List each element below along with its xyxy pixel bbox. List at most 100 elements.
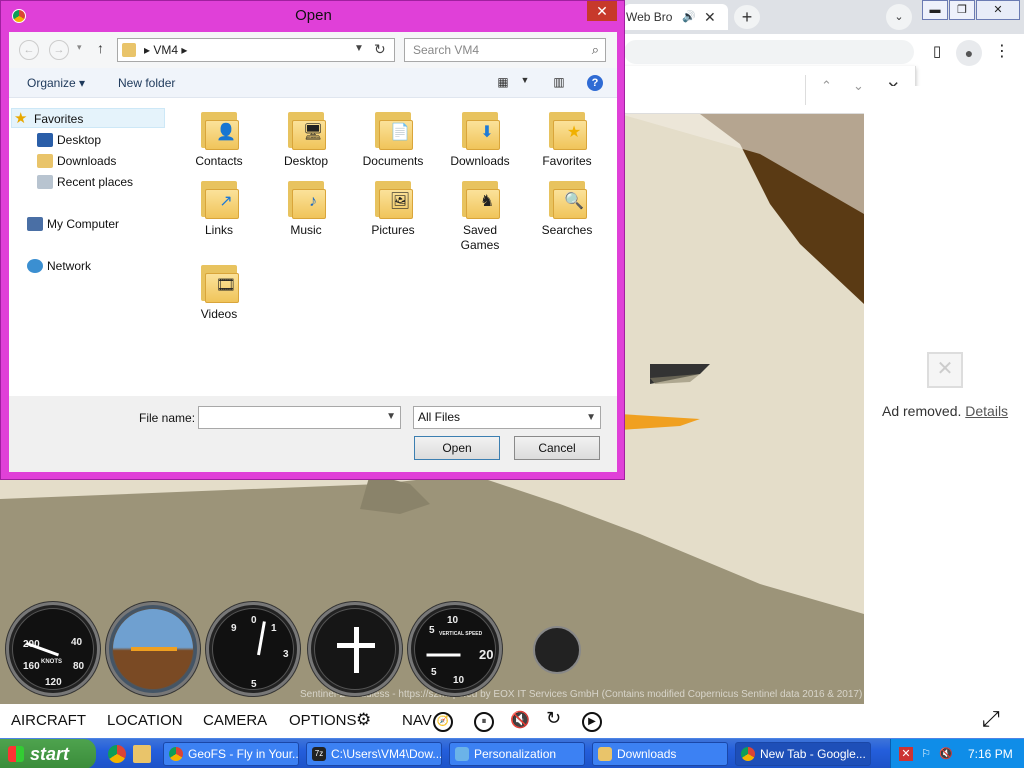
folder-icon [598, 747, 612, 761]
restore-button[interactable]: ❐ [949, 0, 975, 20]
folder-icon: ★ [547, 108, 587, 150]
mute-icon[interactable]: 🔇 [510, 710, 530, 730]
folder-icon: 📄 [373, 108, 413, 150]
downloads-folder-icon [37, 154, 53, 168]
refresh-icon[interactable]: ↻ [374, 41, 386, 58]
nav-menu[interactable]: NAV [402, 712, 432, 729]
file-type-select[interactable]: All Files ▼ [413, 406, 601, 429]
file-contacts[interactable]: 👤 Contacts [181, 108, 257, 169]
tab-search-button[interactable]: ⌄ [886, 4, 912, 30]
gear-icon[interactable]: ⚙ [356, 710, 371, 730]
file-name-input[interactable]: ▼ [198, 406, 401, 429]
forward-icon[interactable]: → [49, 40, 69, 60]
security-alert-icon[interactable]: ✕ [899, 747, 913, 761]
new-tab-button[interactable]: + [734, 5, 760, 29]
taskbar-item-downloads[interactable]: Downloads [592, 742, 728, 766]
preview-pane-icon[interactable]: ▥ [551, 75, 567, 91]
play-icon[interactable]: ▶ [582, 712, 602, 732]
file-music[interactable]: ♪ Music [268, 177, 344, 238]
new-folder-button[interactable]: New folder [118, 76, 175, 90]
file-label: Links [204, 223, 233, 237]
help-icon[interactable]: ? [587, 75, 603, 91]
browser-tab[interactable]: Web Bro 🔊 ✕ [624, 4, 728, 30]
find-next-icon[interactable]: ⌄ [853, 78, 864, 94]
explorer-quicklaunch-icon[interactable] [133, 745, 151, 763]
taskbar-item-new-tab[interactable]: New Tab - Google... [735, 742, 871, 766]
folder-icon: ♪ [286, 177, 326, 219]
gauge-number: 160 [23, 661, 40, 672]
recent-dropdown-icon[interactable]: ▾ [77, 42, 82, 53]
clock: 7:16 PM [968, 747, 1013, 761]
file-favorites[interactable]: ★ Favorites [529, 108, 605, 169]
map-credit: Sentinel-2 cloudless - https://s2maps.eu… [300, 689, 863, 700]
file-desktop[interactable]: 🖥 Desktop [268, 108, 344, 169]
chrome-quicklaunch-icon[interactable] [108, 745, 126, 763]
chevron-down-icon[interactable]: ▼ [386, 411, 396, 422]
file-downloads[interactable]: ⬇ Downloads [442, 108, 518, 169]
address-field[interactable]: ▸ VM4 ▸ ▼ ↻ [117, 38, 395, 62]
nav-downloads[interactable]: Downloads [35, 151, 116, 171]
dialog-bottom-bar: File name: ▼ All Files ▼ Open Cancel [9, 396, 617, 472]
volume-muted-icon[interactable]: 🔇 [939, 747, 953, 761]
taskbar-item-7zip[interactable]: 7z C:\Users\VM4\Dow... [306, 742, 442, 766]
pause-icon[interactable]: ⏸ [474, 712, 494, 732]
tab-title: Web Bro [626, 10, 673, 24]
gauge-unit: KNOTS [41, 659, 62, 665]
file-pictures[interactable]: 🖼 Pictures [355, 177, 431, 238]
airspeed-gauge: 200 40 160 80 120 KNOTS [6, 602, 100, 696]
find-prev-icon[interactable]: ⌃ [821, 78, 832, 94]
side-panel-icon[interactable]: ▯ [926, 40, 948, 64]
file-documents[interactable]: 📄 Documents [355, 108, 431, 169]
gauge-number: 80 [73, 661, 85, 672]
chevron-down-icon[interactable]: ▼ [354, 43, 364, 54]
gauge-face: 200 40 160 80 120 KNOTS [12, 608, 94, 690]
organize-button[interactable]: Organize ▾ [27, 76, 85, 90]
chevron-down-icon[interactable]: ▼ [586, 407, 596, 428]
breadcrumb[interactable]: ▸ VM4 ▸ [144, 43, 187, 57]
gauge-number: 5 [429, 625, 435, 636]
file-videos[interactable]: 🎞 Videos [181, 261, 257, 322]
nav-network[interactable]: Network [25, 256, 91, 276]
dialog-close-button[interactable]: ✕ [587, 1, 617, 21]
search-input[interactable]: Search VM4 ⌕ [404, 38, 606, 62]
heading-gauge [308, 602, 402, 696]
start-button[interactable]: start [0, 739, 96, 768]
ad-details-link[interactable]: Details [965, 403, 1008, 419]
chess-icon: ♞ [479, 193, 495, 210]
view-icon[interactable]: ▦ [495, 75, 511, 91]
cancel-button[interactable]: Cancel [514, 436, 600, 460]
camera-menu[interactable]: CAMERA [203, 712, 267, 729]
up-icon[interactable]: ↑ [97, 40, 104, 56]
fullscreen-icon[interactable]: ⤢ [982, 706, 1000, 732]
network-icon[interactable]: ⚐ [919, 747, 933, 761]
profile-avatar[interactable]: ● [956, 40, 982, 66]
address-bar[interactable] [624, 40, 914, 64]
tab-close-icon[interactable]: ✕ [704, 4, 716, 30]
window-close-button[interactable]: ✕ [976, 0, 1020, 20]
windows-flag-icon [8, 746, 24, 762]
compass-icon[interactable]: 🧭 [433, 712, 453, 732]
location-menu[interactable]: LOCATION [107, 712, 183, 729]
reset-icon[interactable]: ↻ [546, 708, 561, 729]
back-icon[interactable]: ← [19, 40, 39, 60]
open-button[interactable]: Open [414, 436, 500, 460]
folder-icon [122, 43, 136, 57]
options-menu[interactable]: OPTIONS [289, 712, 357, 729]
file-label: Saved Games [460, 223, 500, 252]
minimize-button[interactable]: ▬ [922, 0, 948, 20]
file-saved-games[interactable]: ♞ Saved Games [442, 177, 518, 253]
taskbar-item-personalization[interactable]: Personalization [449, 742, 585, 766]
file-searches[interactable]: 🔍 Searches [529, 177, 605, 238]
menu-icon[interactable]: ⋮ [994, 40, 1010, 66]
nav-recent-places[interactable]: Recent places [35, 172, 133, 192]
aircraft-menu[interactable]: AIRCRAFT [11, 712, 86, 729]
nav-favorites[interactable]: ★ Favorites [11, 108, 165, 128]
file-links[interactable]: ↗ Links [181, 177, 257, 238]
ad-removed-icon: ✕ [927, 352, 963, 388]
view-dropdown-icon[interactable]: ▼ [517, 75, 533, 91]
nav-my-computer[interactable]: My Computer [25, 214, 119, 234]
taskbar-item-geofs[interactable]: GeoFS - Fly in Your... [163, 742, 299, 766]
speaker-icon[interactable]: 🔊 [682, 4, 696, 30]
desktop-icon: 🖥 [302, 124, 324, 141]
nav-desktop[interactable]: Desktop [35, 130, 101, 150]
